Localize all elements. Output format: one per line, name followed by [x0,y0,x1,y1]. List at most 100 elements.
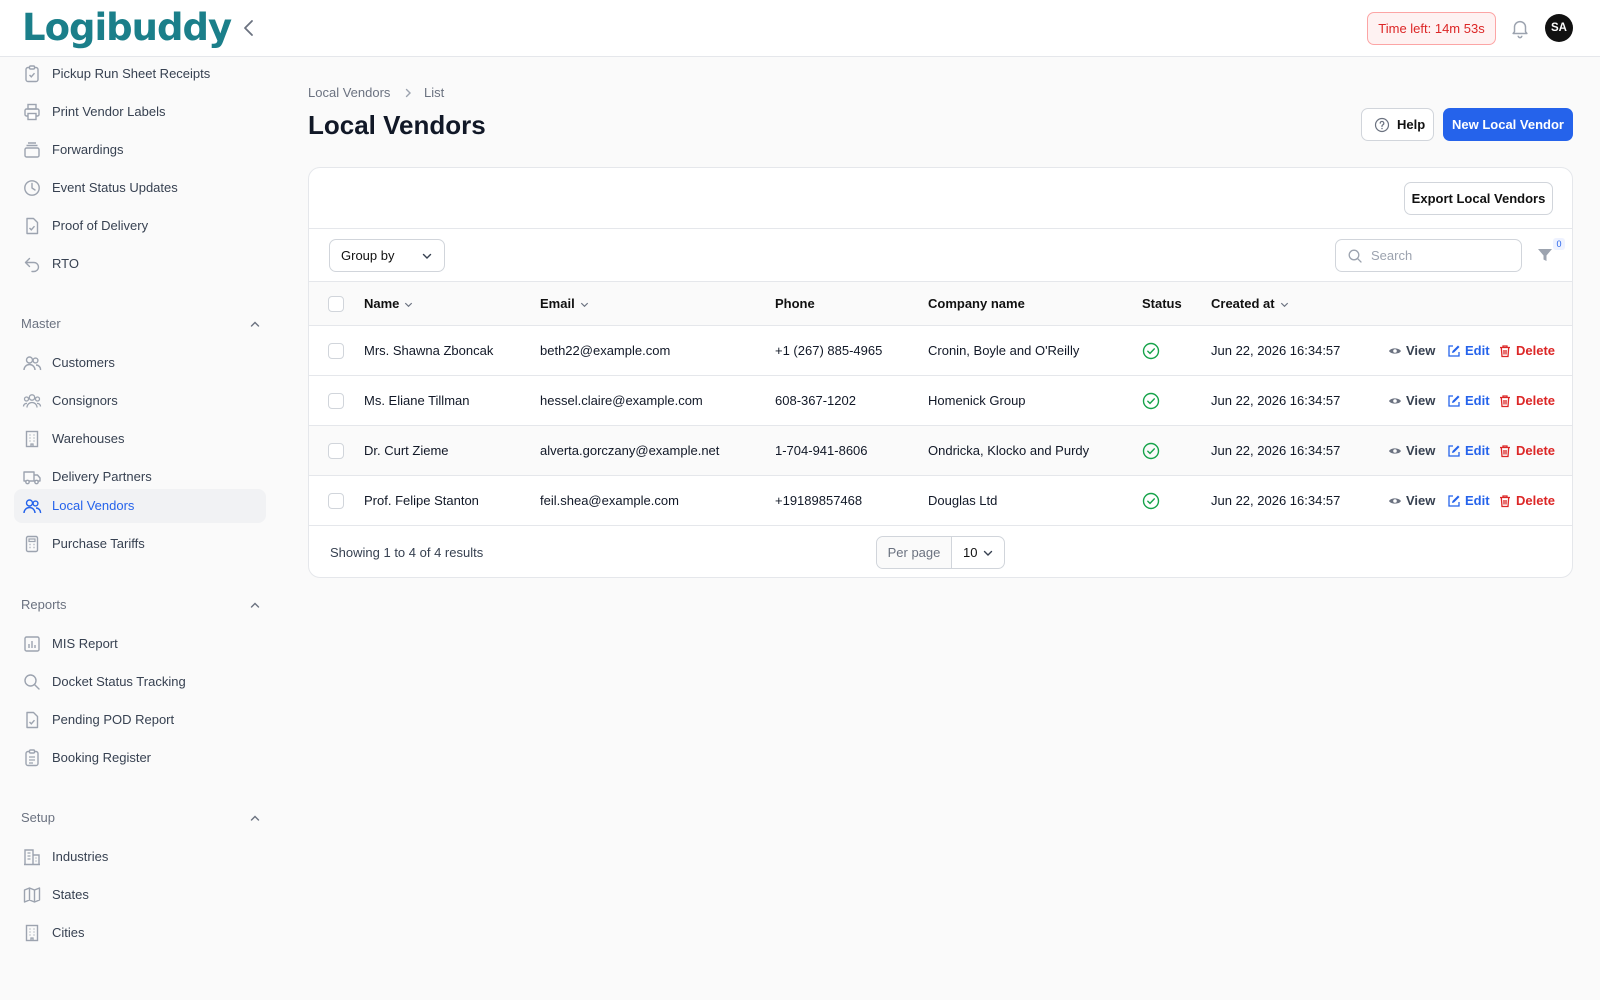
column-label: Created at [1211,296,1275,311]
sidebar: Pickup Run Sheet Receipts Print Vendor L… [0,57,280,1000]
column-header-name[interactable]: Name [364,282,414,326]
column-header-email[interactable]: Email [540,282,590,326]
sidebar-item-warehouses[interactable]: Warehouses [14,422,266,456]
sidebar-item-rto[interactable]: RTO [14,247,266,281]
document-check-icon [26,217,39,235]
users-icon [23,499,42,514]
sidebar-item-customers[interactable]: Customers [14,346,266,380]
view-button[interactable]: View [1388,376,1438,426]
sidebar-item-purchase-tariffs[interactable]: Purchase Tariffs [14,527,266,561]
row-checkbox[interactable] [328,493,344,509]
search-box [1335,239,1522,272]
calculator-icon [25,535,39,553]
chevron-left-icon [244,20,253,36]
cell-email: feil.shea@example.com [540,493,679,508]
chevron-down-icon [422,253,432,259]
group-by-label: Group by [341,248,395,263]
sidebar-item-label: Event Status Updates [52,180,178,195]
sidebar-group-master[interactable]: Master [21,314,261,334]
sidebar-item-label: Warehouses [52,431,125,446]
sidebar-group-setup[interactable]: Setup [21,808,261,828]
cell-created-at: Jun 22, 2026 16:34:57 [1211,393,1341,408]
sidebar-item-mis-report[interactable]: MIS Report [14,627,266,661]
sidebar-item-states[interactable]: States [14,878,266,912]
sidebar-item-pending-pod-report[interactable]: Pending POD Report [14,703,266,737]
chevron-up-icon [250,321,260,327]
export-local-vendors-button[interactable]: Export Local Vendors [1404,182,1553,215]
sidebar-item-label: Print Vendor Labels [52,104,166,119]
sidebar-item-cities[interactable]: Cities [14,916,266,950]
filter-button[interactable] [1536,246,1554,264]
sidebar-item-proof-of-delivery[interactable]: Proof of Delivery [14,209,266,243]
sidebar-item-local-vendors[interactable]: Local Vendors [14,489,266,523]
pagination-summary: Showing 1 to 4 of 4 results [330,545,484,560]
view-button[interactable]: View [1388,476,1438,526]
sidebar-item-event-status-updates[interactable]: Event Status Updates [14,171,266,205]
trash-icon [1500,345,1510,358]
breadcrumb-item-local-vendors[interactable]: Local Vendors [308,84,390,102]
sidebar-group-reports[interactable]: Reports [21,595,261,615]
table-toolbar: Group by 0 [309,229,1572,282]
sidebar-item-consignors[interactable]: Consignors [14,384,266,418]
edit-label: Edit [1465,393,1490,408]
pencil-square-icon [1448,345,1460,357]
column-header-created-at[interactable]: Created at [1211,282,1290,326]
search-input[interactable] [1371,241,1511,270]
sidebar-item-label: Booking Register [52,750,151,765]
table-row: Dr. Curt Zieme alverta.gorczany@example.… [309,426,1572,476]
delete-button[interactable]: Delete [1498,426,1555,476]
logo-text-tail: y [207,6,232,49]
per-page-select[interactable]: Per page 10 [876,536,1005,569]
collapse-sidebar-button[interactable] [238,16,260,40]
sidebar-item-docket-status-tracking[interactable]: Docket Status Tracking [14,665,266,699]
sidebar-item-pickup-run-sheet-receipts[interactable]: Pickup Run Sheet Receipts [14,57,266,91]
edit-button[interactable]: Edit [1447,426,1490,476]
table-header: Name Email Phone Company name Status Cre… [309,282,1572,326]
logo[interactable]: Logibuddy [22,6,232,50]
notifications-button[interactable] [1509,17,1531,39]
sidebar-item-forwardings[interactable]: Forwardings [14,133,266,167]
cell-company: Douglas Ltd [928,493,998,508]
building-icon [25,924,39,942]
row-checkbox[interactable] [328,343,344,359]
pencil-square-icon [1448,495,1460,507]
new-local-vendor-button[interactable]: New Local Vendor [1443,108,1573,141]
sidebar-item-label: Purchase Tariffs [52,536,145,551]
cell-email: beth22@example.com [540,343,671,358]
logo-text: Logibudd [22,6,209,49]
filter-count-badge: 0 [1553,238,1565,250]
sidebar-item-label: Customers [52,355,115,370]
view-button[interactable]: View [1388,426,1438,476]
edit-button[interactable]: Edit [1447,476,1490,526]
trash-icon [1500,445,1510,458]
stack-icon [24,142,40,158]
avatar[interactable]: SA [1545,14,1573,42]
select-all-checkbox[interactable] [328,296,344,312]
edit-button[interactable]: Edit [1447,376,1490,426]
row-checkbox[interactable] [328,393,344,409]
sidebar-item-print-vendor-labels[interactable]: Print Vendor Labels [14,95,266,129]
view-button[interactable]: View [1388,326,1438,376]
column-header-company-name: Company name [928,296,1025,311]
sidebar-item-label: Pickup Run Sheet Receipts [52,66,211,81]
edit-button[interactable]: Edit [1447,326,1490,376]
chevron-up-icon [250,815,260,821]
sidebar-item-label: Pending POD Report [52,712,175,727]
building-icon [25,430,39,448]
help-label: Help [1397,117,1426,132]
delete-button[interactable]: Delete [1498,376,1556,426]
help-button[interactable]: Help [1361,108,1434,141]
view-label: View [1406,343,1436,358]
sidebar-item-industries[interactable]: Industries [14,840,266,874]
edit-label: Edit [1465,493,1490,508]
delete-button[interactable]: Delete [1498,476,1555,526]
chevron-down-icon [405,302,413,308]
sidebar-item-label: RTO [52,256,79,271]
cell-phone: 608-367-1202 [775,393,856,408]
users-icon [23,356,42,371]
sidebar-item-booking-register[interactable]: Booking Register [14,741,266,775]
delete-button[interactable]: Delete [1498,326,1555,376]
delete-label: Delete [1516,393,1556,408]
group-by-select[interactable]: Group by [329,239,445,272]
row-checkbox[interactable] [328,443,344,459]
